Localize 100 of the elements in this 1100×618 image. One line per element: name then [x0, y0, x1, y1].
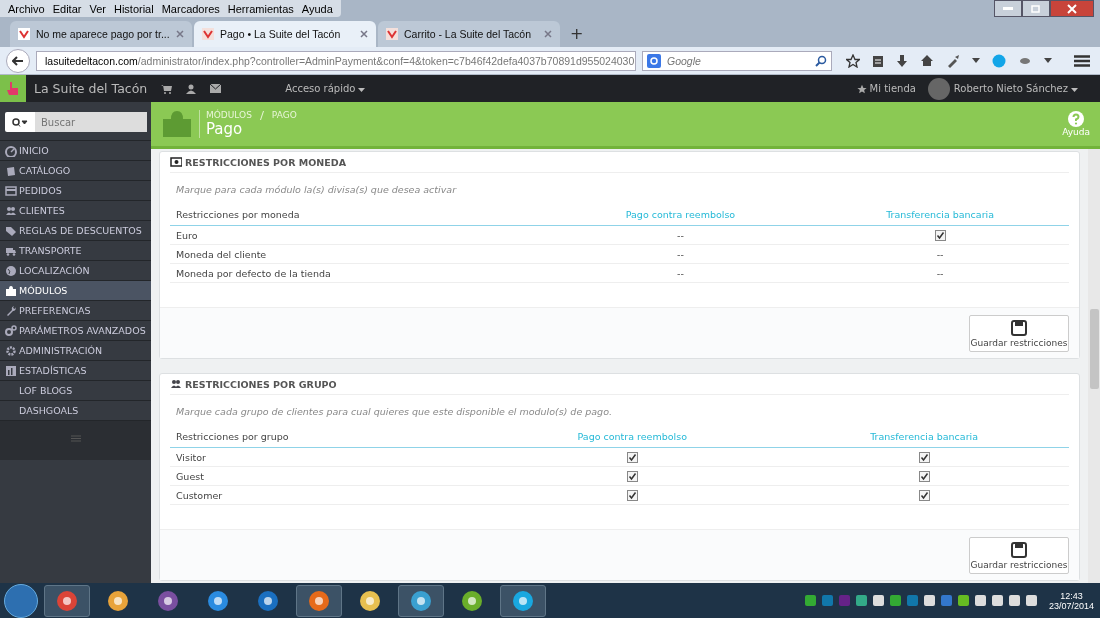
sidebar-item[interactable]: CATÁLOGO — [0, 160, 151, 180]
search-box[interactable]: Google — [642, 50, 832, 71]
checkbox[interactable] — [918, 490, 930, 501]
home-icon[interactable] — [920, 54, 934, 67]
dropdown-icon[interactable] — [972, 58, 980, 63]
search-scope-button[interactable] — [5, 112, 35, 132]
avatar[interactable] — [927, 77, 950, 100]
tag-icon — [5, 224, 17, 237]
column-header: Restricciones por grupo — [176, 430, 289, 442]
star-icon — [856, 83, 867, 94]
sidebar-item[interactable]: CLIENTES — [0, 200, 151, 220]
search-icon[interactable] — [815, 54, 827, 67]
browser-tab[interactable]: Carrito - La Suite del Tacón — [378, 21, 560, 47]
clock[interactable]: 12:43 23/07/2014 — [1048, 590, 1094, 611]
close-icon[interactable] — [544, 30, 552, 38]
card-icon — [5, 184, 17, 197]
close-icon[interactable] — [360, 30, 368, 38]
checkbox[interactable] — [626, 490, 638, 501]
start-button[interactable] — [4, 583, 38, 618]
taskbar-button[interactable] — [44, 584, 90, 617]
tray-icon[interactable] — [1025, 595, 1037, 606]
tray-icon[interactable] — [889, 595, 901, 606]
tray-icon[interactable] — [974, 595, 986, 606]
caret-icon — [358, 88, 366, 92]
browser-tab[interactable]: No me aparece pago por tr... — [10, 21, 192, 47]
my-shop-link[interactable]: Mi tienda — [869, 83, 916, 94]
sidebar-item[interactable]: PEDIDOS — [0, 180, 151, 200]
back-arrow-icon — [12, 55, 24, 66]
search-icon — [12, 117, 28, 127]
maximize-button[interactable] — [1022, 0, 1050, 17]
envelope-icon[interactable] — [210, 83, 222, 93]
search-field[interactable]: Buscar — [35, 112, 147, 132]
tray-icon[interactable] — [1008, 595, 1020, 606]
shop-name[interactable]: La Suite del Tacón — [34, 81, 148, 96]
checkbox[interactable] — [918, 471, 930, 482]
sidebar-item[interactable]: PARÁMETROS AVANZADOS — [0, 320, 151, 340]
checkbox[interactable] — [918, 452, 930, 463]
menu-item[interactable]: Ayuda — [297, 2, 337, 15]
empty-value: -- — [936, 267, 944, 279]
sidebar-item[interactable]: INICIO — [0, 140, 151, 160]
tray-icon[interactable] — [923, 595, 935, 606]
taskbar-button[interactable] — [398, 584, 444, 617]
panel-title: RESTRICCIONES POR GRUPO — [185, 378, 337, 390]
checkbox[interactable] — [934, 230, 946, 241]
menu-item[interactable]: Historial — [109, 2, 158, 15]
eyedropper-icon[interactable] — [946, 53, 960, 68]
tray-icon[interactable] — [991, 595, 1003, 606]
hand-pointer-icon — [6, 80, 20, 97]
user-menu[interactable]: Roberto Nieto Sánchez — [953, 83, 1068, 94]
new-tab-button[interactable]: + — [562, 24, 592, 47]
panel-hint: Marque cada grupo de clientes para cual quieres que este disponible el modulo(s) de pago. — [175, 405, 613, 419]
sidebar-item[interactable]: MÓDULOS — [0, 280, 151, 300]
row-label: Customer — [176, 489, 223, 501]
quick-access-menu[interactable]: Acceso rápido — [285, 83, 356, 94]
wrench-icon — [5, 304, 17, 317]
tab-title: Carrito - La Suite del Tacón — [404, 28, 533, 40]
close-button[interactable] — [1050, 0, 1094, 17]
tray-icon[interactable] — [957, 595, 969, 606]
menu-item[interactable]: Editar — [48, 2, 86, 15]
panel-hint: Marque para cada módulo la(s) divisa(s) que desea activar — [175, 183, 458, 197]
menu-item[interactable]: Herramientas — [223, 2, 298, 15]
menu-item[interactable]: Ver — [85, 2, 110, 15]
scrollbar[interactable] — [1088, 149, 1100, 583]
tray-icon[interactable] — [804, 595, 816, 606]
menu-icon[interactable] — [1074, 54, 1090, 67]
column-header: Transferencia bancaria — [870, 430, 978, 442]
sidebar-item[interactable]: REGLAS DE DESCUENTOS — [0, 220, 151, 240]
taskbar-button[interactable] — [500, 584, 546, 617]
back-button[interactable] — [6, 48, 30, 73]
chart-icon — [5, 364, 17, 377]
column-header: Pago contra reembolso — [625, 208, 736, 220]
restore-icon — [1031, 4, 1041, 13]
close-icon — [1067, 3, 1077, 14]
clipboard-icon[interactable] — [872, 53, 884, 68]
menu-item[interactable]: Marcadores — [157, 2, 224, 15]
user-icon[interactable] — [186, 83, 197, 94]
column-header: Transferencia bancaria — [886, 208, 994, 220]
address-bar[interactable]: lasuitedeltacon.com/administrator/index.php?controller=AdminPayment&conf=4&token=c7b46f42defa4037b70891d955024030 — [36, 50, 636, 71]
help-icon — [1068, 111, 1085, 127]
cart-icon[interactable] — [161, 83, 173, 94]
minimize-button[interactable] — [994, 0, 1022, 17]
save-button[interactable]: Guardar restricciones — [969, 537, 1069, 574]
checkbox[interactable] — [626, 452, 638, 463]
save-button[interactable]: Guardar restricciones — [969, 315, 1069, 352]
favicon-icon — [202, 28, 214, 40]
dropdown-icon[interactable] — [1044, 58, 1052, 63]
sidebar-item[interactable]: ESTADÍSTICAS — [0, 360, 151, 380]
sidebar-item[interactable]: TRANSPORTE — [0, 240, 151, 260]
close-icon[interactable] — [176, 30, 184, 38]
tray-icon[interactable] — [872, 595, 884, 606]
tray-icon[interactable] — [855, 595, 867, 606]
browser-tab[interactable]: Pago • La Suite del Tacón — [194, 21, 376, 47]
menu-item[interactable]: Archivo — [4, 2, 49, 15]
taskbar-button[interactable] — [296, 584, 342, 617]
caret-icon — [1071, 88, 1078, 92]
checkbox[interactable] — [626, 471, 638, 482]
column-header: Restricciones por moneda — [176, 208, 300, 220]
empty-value: -- — [936, 248, 944, 260]
star-icon[interactable] — [846, 53, 860, 68]
users-icon — [170, 378, 182, 390]
